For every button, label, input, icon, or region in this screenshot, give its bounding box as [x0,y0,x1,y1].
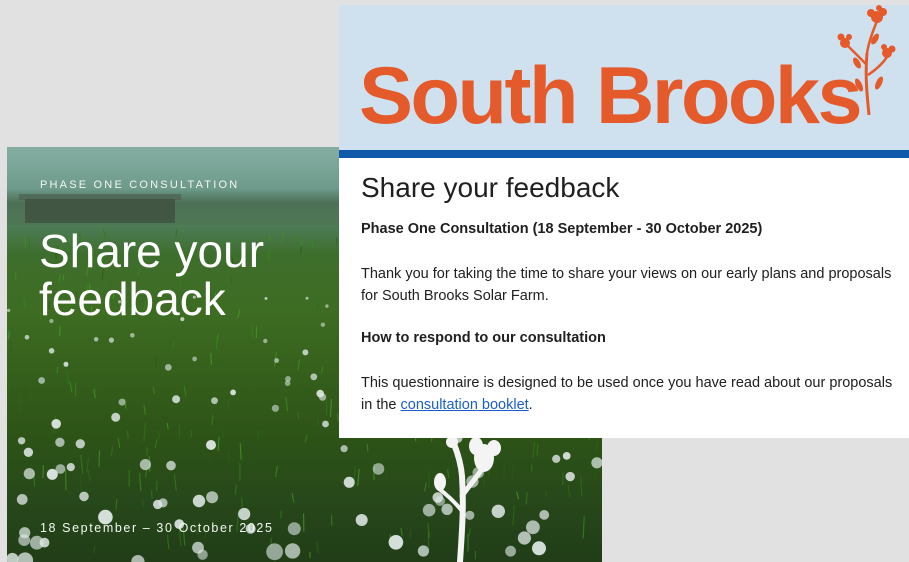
plant-silhouette-icon [434,436,501,562]
feedback-form-card: South Brooks Share your feedback Phase O… [339,5,909,438]
cover-kicker: PHASE ONE CONSULTATION [40,179,240,191]
flower-logo-icon [837,5,896,115]
cover-dates: 18 September – 30 October 2025 [40,521,274,535]
consultation-booklet-link[interactable]: consultation booklet [401,397,529,413]
south-brooks-logo: South Brooks [359,51,863,141]
header-divider [339,150,909,158]
cover-title-line2: feedback [39,273,226,325]
page-title: Share your feedback [361,172,620,203]
instructions-paragraph: This questionnaire is designed to be use… [361,372,901,416]
cover-title-line1: Share your [39,225,265,277]
instructions-end: . [528,397,533,413]
consultation-subtitle: Phase One Consultation (18 September - 3… [361,221,763,237]
how-to-respond-heading: How to respond to our consultation [361,330,606,346]
intro-paragraph: Thank you for taking the time to share y… [361,266,892,304]
brand-header: South Brooks [339,5,909,150]
cover-title: Share your feedback [39,227,379,323]
